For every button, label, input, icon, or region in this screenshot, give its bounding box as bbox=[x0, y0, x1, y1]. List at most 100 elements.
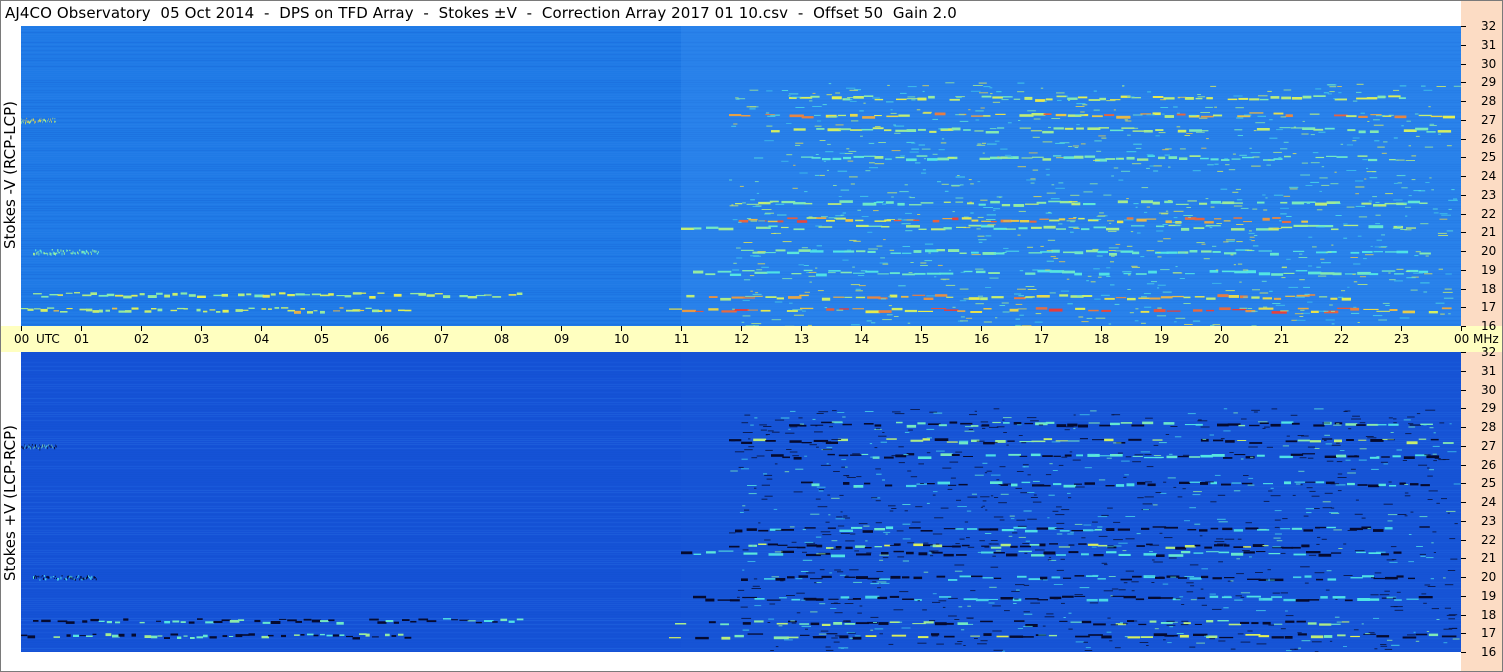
speckle bbox=[1057, 99, 1062, 101]
band-segment bbox=[90, 251, 92, 253]
band-segment bbox=[928, 95, 935, 99]
band-segment bbox=[845, 546, 853, 550]
band-segment bbox=[1256, 228, 1269, 231]
speckle bbox=[1425, 182, 1430, 183]
frequency-tick-mark bbox=[1461, 445, 1466, 447]
speckle bbox=[1124, 119, 1128, 121]
speckle bbox=[977, 643, 987, 645]
speckle bbox=[1453, 85, 1461, 87]
speckle bbox=[852, 266, 855, 268]
band-segment bbox=[33, 119, 35, 121]
speckle bbox=[954, 570, 963, 572]
band-segment bbox=[85, 577, 87, 580]
band-segment bbox=[983, 308, 992, 310]
speckle bbox=[1448, 208, 1452, 210]
speckle bbox=[789, 302, 793, 304]
band-segment bbox=[978, 528, 991, 531]
band-segment bbox=[1420, 423, 1433, 425]
speckle bbox=[809, 281, 812, 283]
band-segment bbox=[1087, 127, 1101, 130]
speckle bbox=[1106, 267, 1111, 269]
speckle bbox=[1172, 221, 1183, 223]
band-segment bbox=[434, 293, 443, 295]
speckle bbox=[1090, 410, 1097, 412]
band-segment bbox=[378, 310, 383, 312]
speckle bbox=[1295, 296, 1305, 298]
speckle bbox=[1125, 120, 1132, 122]
band-segment bbox=[45, 252, 47, 255]
band-segment bbox=[369, 296, 376, 299]
band-segment bbox=[1206, 97, 1213, 100]
speckle bbox=[1324, 434, 1330, 436]
speckle bbox=[837, 412, 845, 413]
speckle bbox=[761, 209, 772, 210]
speckle bbox=[1235, 595, 1242, 597]
band-segment bbox=[1315, 481, 1325, 484]
speckle bbox=[1225, 164, 1230, 166]
band-segment bbox=[53, 577, 55, 579]
speckle bbox=[1002, 311, 1010, 313]
band-segment bbox=[27, 308, 34, 311]
band-segment bbox=[952, 545, 961, 548]
band-segment bbox=[1166, 310, 1181, 312]
band-segment bbox=[262, 621, 271, 624]
speckle bbox=[1318, 275, 1327, 277]
speckle bbox=[742, 202, 746, 204]
speckle bbox=[1030, 178, 1036, 180]
band-segment bbox=[43, 446, 45, 448]
band-segment bbox=[852, 308, 864, 310]
band-segment bbox=[170, 309, 178, 312]
band-segment bbox=[25, 447, 27, 449]
band-segment bbox=[881, 552, 889, 555]
speckle bbox=[1146, 206, 1151, 208]
speckle bbox=[1280, 592, 1288, 594]
band-segment bbox=[889, 272, 900, 275]
band-segment bbox=[33, 252, 34, 256]
band-segment bbox=[1055, 113, 1067, 117]
band-segment bbox=[300, 634, 305, 636]
speckle bbox=[1333, 98, 1338, 100]
speckle bbox=[1019, 270, 1024, 272]
band-segment bbox=[311, 619, 322, 623]
speckle bbox=[793, 314, 804, 316]
speckle bbox=[750, 220, 757, 222]
band-segment bbox=[1418, 270, 1429, 273]
speckle bbox=[1157, 307, 1162, 309]
band-segment bbox=[1441, 307, 1452, 310]
band-segment bbox=[1040, 251, 1054, 253]
speckle bbox=[1196, 642, 1205, 644]
speckle bbox=[1413, 631, 1416, 633]
speckle bbox=[752, 293, 762, 295]
speckle bbox=[816, 553, 826, 555]
band-segment bbox=[1187, 529, 1197, 531]
band-segment bbox=[1043, 438, 1053, 441]
band-segment bbox=[885, 484, 893, 487]
band-segment bbox=[971, 575, 983, 578]
speckle bbox=[864, 411, 874, 412]
speckle bbox=[1388, 417, 1393, 419]
speckle bbox=[992, 555, 996, 557]
speckle bbox=[1163, 238, 1171, 240]
speckle bbox=[1109, 222, 1112, 224]
speckle bbox=[886, 219, 895, 220]
band-segment bbox=[826, 547, 834, 549]
band-segment bbox=[872, 127, 884, 130]
speckle bbox=[1423, 602, 1427, 604]
band-segment bbox=[949, 98, 960, 101]
band-segment bbox=[69, 249, 71, 251]
speckle bbox=[1181, 604, 1185, 605]
speckle bbox=[1205, 106, 1213, 108]
speckle bbox=[1111, 588, 1119, 590]
speckle bbox=[842, 416, 846, 418]
speckle bbox=[878, 435, 887, 437]
band-segment bbox=[793, 128, 806, 131]
speckle bbox=[840, 647, 844, 649]
band-segment bbox=[1273, 297, 1282, 300]
speckle bbox=[741, 468, 749, 470]
band-segment bbox=[180, 621, 186, 623]
speckle bbox=[1303, 286, 1310, 288]
speckle bbox=[1182, 488, 1186, 490]
band-segment bbox=[793, 228, 805, 231]
band-segment bbox=[1101, 635, 1112, 639]
speckle bbox=[1298, 470, 1305, 472]
